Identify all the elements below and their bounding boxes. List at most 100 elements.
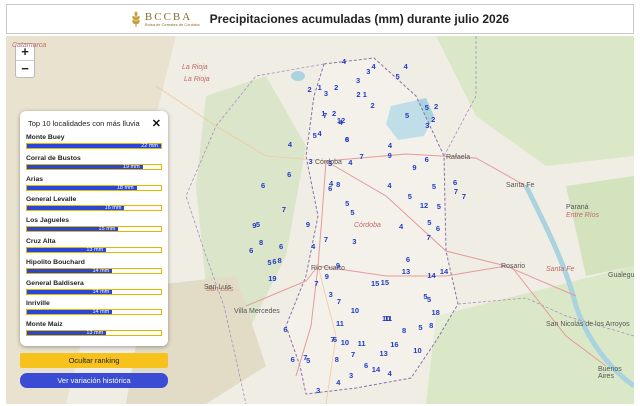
rainfall-value-marker[interactable]: 7 (427, 233, 431, 242)
zoom-out-button[interactable]: − (16, 61, 34, 77)
rainfall-value-marker[interactable]: 5 (313, 131, 317, 140)
rainfall-value-marker[interactable]: 7 (462, 192, 466, 201)
rainfall-value-marker[interactable]: 4 (318, 129, 322, 138)
rainfall-value-marker[interactable]: 11 (336, 319, 344, 328)
rainfall-value-marker[interactable]: 6 (406, 255, 410, 264)
rainfall-value-marker[interactable]: 6 (272, 257, 276, 266)
rainfall-value-marker[interactable]: 5 (427, 295, 431, 304)
rainfall-value-marker[interactable]: 5 (405, 111, 409, 120)
rainfall-value-marker[interactable]: 8 (429, 321, 433, 330)
rainfall-value-marker[interactable]: 5 (418, 323, 422, 332)
rainfall-value-marker[interactable]: 5 (350, 208, 354, 217)
rainfall-value-marker[interactable]: 15 (381, 278, 389, 287)
rainfall-value-marker[interactable]: 8 (336, 180, 340, 189)
rainfall-value-marker[interactable]: 5 (345, 199, 349, 208)
rainfall-value-marker[interactable]: 6 (279, 242, 283, 251)
rainfall-value-marker[interactable]: 4 (404, 62, 408, 71)
rainfall-value-marker[interactable]: 6 (436, 224, 440, 233)
rainfall-value-marker[interactable]: 4 (388, 141, 392, 150)
rainfall-value-marker[interactable]: 8 (402, 326, 406, 335)
history-button[interactable]: Ver variación histórica (20, 373, 168, 388)
rainfall-value-marker[interactable]: 6 (291, 355, 295, 364)
rainfall-value-marker[interactable]: 4 (342, 57, 346, 66)
rainfall-value-marker[interactable]: 14 (427, 271, 435, 280)
rainfall-value-marker[interactable]: 6 (283, 325, 287, 334)
rainfall-value-marker[interactable]: 11 (358, 339, 366, 348)
rainfall-value-marker[interactable]: 4 (388, 369, 392, 378)
rainfall-value-marker[interactable]: 4 (387, 181, 391, 190)
rainfall-value-marker[interactable]: 3 (316, 386, 320, 395)
rainfall-value-marker[interactable]: 1 (318, 83, 322, 92)
rainfall-value-marker[interactable]: 6 (287, 170, 291, 179)
rainfall-value-marker[interactable]: 7 (337, 297, 341, 306)
rainfall-value-marker[interactable]: 9 (325, 272, 329, 281)
close-icon[interactable]: ✕ (152, 117, 161, 130)
rainfall-value-marker[interactable]: 10 (341, 338, 349, 347)
rainfall-value-marker[interactable]: 6 (261, 181, 265, 190)
rainfall-value-marker[interactable]: 9 (306, 220, 310, 229)
rainfall-value-marker[interactable]: 3 (425, 121, 429, 130)
rainfall-value-marker[interactable]: 4 (339, 118, 343, 127)
rainfall-value-marker[interactable]: 3 (309, 157, 313, 166)
rainfall-value-marker[interactable]: 10 (351, 306, 359, 315)
rainfall-value-marker[interactable]: 7 (331, 335, 335, 344)
rainfall-value-marker[interactable]: 6 (328, 184, 332, 193)
rainfall-value-marker[interactable]: 6 (453, 178, 457, 187)
rainfall-value-marker[interactable]: 13 (402, 267, 410, 276)
rainfall-value-marker[interactable]: 4 (311, 242, 315, 251)
hide-ranking-button[interactable]: Ocultar ranking (20, 353, 168, 368)
rainfall-value-marker[interactable]: 7 (323, 111, 327, 120)
rainfall-value-marker[interactable]: 7 (324, 235, 328, 244)
rainfall-value-marker[interactable]: 3 (329, 290, 333, 299)
rainfall-value-marker[interactable]: 6 (425, 155, 429, 164)
rainfall-value-marker[interactable]: 5 (437, 202, 441, 211)
rainfall-value-marker[interactable]: 5 (425, 103, 429, 112)
rainfall-value-marker[interactable]: 5 (306, 356, 310, 365)
rainfall-value-marker[interactable]: 16 (390, 340, 398, 349)
rainfall-value-marker[interactable]: 2 (356, 90, 360, 99)
rainfall-value-marker[interactable]: 4 (288, 140, 292, 149)
rainfall-value-marker[interactable]: 7 (360, 152, 364, 161)
rainfall-value-marker[interactable]: 2 (434, 102, 438, 111)
rainfall-value-marker[interactable]: 4 (336, 378, 340, 387)
rainfall-value-marker[interactable]: 14 (372, 365, 380, 374)
rainfall-value-marker[interactable]: 9 (412, 163, 416, 172)
rainfall-value-marker[interactable]: 5 (267, 258, 271, 267)
rainfall-value-marker[interactable]: 15 (371, 279, 379, 288)
rainfall-value-marker[interactable]: 9 (388, 151, 392, 160)
rainfall-value-marker[interactable]: 7 (351, 350, 355, 359)
rainfall-value-marker[interactable]: 3 (349, 371, 353, 380)
rainfall-value-marker[interactable]: 11 (384, 314, 392, 323)
rainfall-value-marker[interactable]: 2 (431, 115, 435, 124)
rainfall-value-marker[interactable]: 2 (308, 85, 312, 94)
rainfall-value-marker[interactable]: 1 (363, 90, 367, 99)
rainfall-value-marker[interactable]: 12 (420, 201, 428, 210)
rainfall-value-marker[interactable]: 9 (252, 221, 256, 230)
rainfall-value-marker[interactable]: 5 (427, 218, 431, 227)
rainfall-value-marker[interactable]: 5 (408, 192, 412, 201)
rainfall-value-marker[interactable]: 19 (268, 274, 276, 283)
rainfall-value-marker[interactable]: 7 (454, 187, 458, 196)
rainfall-value-marker[interactable]: 2 (334, 83, 338, 92)
rainfall-value-marker[interactable]: 8 (335, 355, 339, 364)
rainfall-value-marker[interactable]: 3 (352, 237, 356, 246)
rainfall-value-marker[interactable]: 8 (277, 256, 281, 265)
rainfall-value-marker[interactable]: 13 (380, 349, 388, 358)
rainfall-value-marker[interactable]: 10 (413, 346, 421, 355)
rainfall-value-marker[interactable]: 5 (395, 72, 399, 81)
rainfall-value-marker[interactable]: 2 (332, 109, 336, 118)
rainfall-value-marker[interactable]: 3 (328, 159, 332, 168)
rainfall-value-marker[interactable]: 4 (348, 158, 352, 167)
rainfall-value-marker[interactable]: 4 (399, 222, 403, 231)
rainfall-value-marker[interactable]: 3 (356, 76, 360, 85)
rainfall-value-marker[interactable]: 3 (324, 89, 328, 98)
rainfall-value-marker[interactable]: 7 (282, 205, 286, 214)
rainfall-value-marker[interactable]: 6 (249, 246, 253, 255)
rainfall-value-marker[interactable]: 4 (371, 62, 375, 71)
rainfall-value-marker[interactable]: 3 (366, 67, 370, 76)
rainfall-value-marker[interactable]: 5 (432, 182, 436, 191)
rainfall-value-marker[interactable]: 8 (259, 238, 263, 247)
rainfall-value-marker[interactable]: 7 (314, 279, 318, 288)
rainfall-value-marker[interactable]: 2 (370, 101, 374, 110)
rainfall-value-marker[interactable]: 6 (364, 361, 368, 370)
